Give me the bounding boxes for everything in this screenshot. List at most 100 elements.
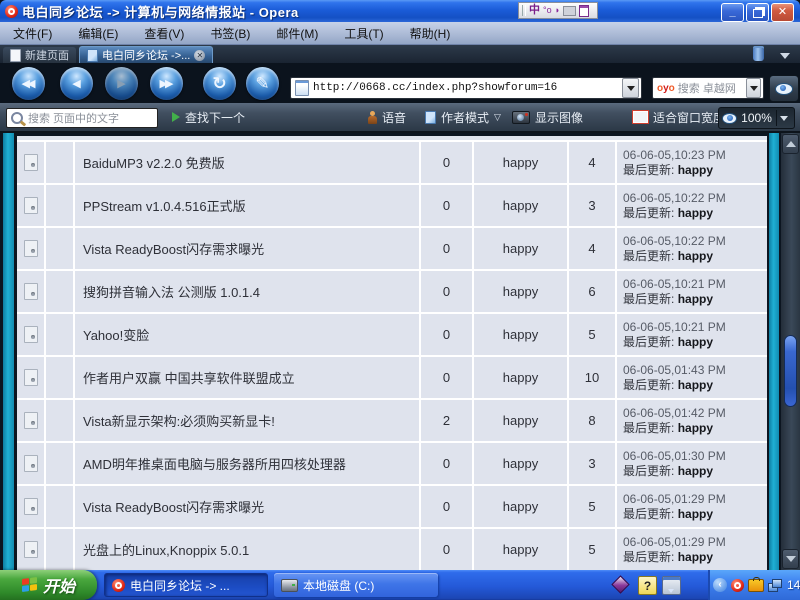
ime-language-bar[interactable]: 中 °o ◗ [518,2,598,19]
menu-view[interactable]: 查看(V) [131,22,197,44]
topic-author-link[interactable]: happy [474,486,569,527]
person-icon [368,111,377,124]
minimize-button[interactable]: _ [721,3,744,22]
topic-author-link[interactable]: happy [474,185,569,226]
last-poster-link[interactable]: happy [678,249,713,263]
ime-menu-icon[interactable] [579,5,589,17]
ime-punctuation-icon[interactable]: °o [543,6,552,15]
last-poster-link[interactable]: happy [678,550,713,564]
tab-forum-active[interactable]: 电白同乡论坛 ->... ✕ [79,46,213,63]
last-poster-link[interactable]: happy [678,163,713,177]
last-poster-link[interactable]: happy [678,206,713,220]
quick-launch-help-icon[interactable]: ? [638,576,657,595]
replies-count: 0 [421,529,474,570]
back-button[interactable]: ◀ [60,67,93,100]
fit-width-button[interactable]: 适合窗口宽度 [633,109,725,126]
scroll-up-button[interactable] [782,134,799,154]
last-poster-link[interactable]: happy [678,507,713,521]
last-poster-link[interactable]: happy [678,464,713,478]
ime-softkeyboard-icon[interactable] [563,6,576,16]
taskbar-task-opera[interactable]: 电白同乡论坛 -> ... [104,573,268,597]
last-update-label: 最后更新: [623,206,674,220]
taskbar-task-local-disk[interactable]: 本地磁盘 (C:) [274,573,438,597]
ime-fullwidth-icon[interactable]: ◗ [555,6,560,15]
forward-button[interactable]: ▶ [105,67,138,100]
replies-count: 0 [421,357,474,398]
ime-chinese-mode-icon[interactable]: 中 [529,5,540,16]
menu-mail[interactable]: 邮件(M) [263,22,331,44]
web-search-field[interactable]: oyo 搜索 卓越网 [652,77,764,99]
last-poster-link[interactable]: happy [678,335,713,349]
start-button[interactable]: 开始 [0,570,97,600]
menu-file[interactable]: 文件(F) [0,22,65,44]
voice-button[interactable]: 语音 [368,109,406,126]
menu-tools[interactable]: 工具(T) [331,22,396,44]
topic-title-link[interactable]: Yahoo!变脸 [75,314,421,355]
topic-title-link[interactable]: PPStream v1.0.4.516正式版 [75,185,421,226]
scroll-down-button[interactable] [782,549,799,569]
reload-button[interactable]: ↻ [203,67,236,100]
author-mode-button[interactable]: 作者模式 ▽ [425,109,501,126]
find-next-button[interactable]: 查找下一个 [172,109,245,126]
last-poster-link[interactable]: happy [678,421,713,435]
find-placeholder[interactable]: 搜索 页面中的文字 [28,110,153,126]
address-bar[interactable]: http://0668.cc/index.php?showforum=16 [290,77,642,99]
quick-launch-app-icon[interactable] [612,576,629,593]
topic-author-link[interactable]: happy [474,228,569,269]
show-images-button[interactable]: 显示图像 [512,109,583,126]
menu-edit[interactable]: 编辑(E) [65,22,131,44]
note-pencil-button[interactable]: ✎ [246,67,279,100]
topic-author-link[interactable]: happy [474,314,569,355]
topic-title-link[interactable]: Vista ReadyBoost闪存需求曝光 [75,228,421,269]
vertical-scrollbar[interactable] [781,133,800,570]
topic-title-link[interactable]: AMD明年推桌面电脑与服务器所用四核处理器 [75,443,421,484]
topic-title-link[interactable]: 搜狗拼音输入法 公测版 1.0.1.4 [75,271,421,312]
restore-button[interactable] [746,3,769,22]
fast-forward-button[interactable]: ▶▶ [150,67,183,100]
topic-author-link[interactable]: happy [474,271,569,312]
window-titlebar[interactable]: 电白同乡论坛 -> 计算机与网络情报站 - Opera [0,0,800,22]
blank-page-icon [10,49,21,62]
tab-list-dropdown-icon[interactable] [780,53,790,59]
search-engine-dropdown-icon[interactable] [746,78,761,98]
topic-title-link[interactable]: BaiduMP3 v2.2.0 免费版 [75,142,421,183]
tab-new-page[interactable]: 新建页面 [3,47,76,63]
zoom-control[interactable]: 100% [718,107,795,129]
scrollbar-thumb[interactable] [784,335,797,407]
topic-author-link[interactable]: happy [474,529,569,570]
ime-drag-handle[interactable] [522,5,526,16]
menu-help[interactable]: 帮助(H) [397,22,464,44]
trash-closed-tabs-icon[interactable] [753,48,764,61]
tray-collapse-chevron-icon[interactable]: ‹ [713,578,727,592]
tray-network-icon[interactable] [768,579,782,591]
table-row: Vista新显示架构:必须购买新显卡! 2 happy 8 06-06-05,0… [17,400,767,443]
replies-count: 0 [421,443,474,484]
menu-bookmarks[interactable]: 书签(B) [197,22,263,44]
web-search-placeholder[interactable]: 搜索 卓越网 [678,80,746,96]
topic-author-link[interactable]: happy [474,357,569,398]
topic-title-link[interactable]: 光盘上的Linux,Knoppix 5.0.1 [75,529,421,570]
tab-close-icon[interactable]: ✕ [194,50,205,61]
topic-author-link[interactable]: happy [474,142,569,183]
topic-author-link[interactable]: happy [474,400,569,441]
address-url[interactable]: http://0668.cc/index.php?showforum=16 [313,82,622,94]
topic-title-link[interactable]: 作者用户双赢 中国共享软件联盟成立 [75,357,421,398]
close-button[interactable]: ✕ [771,3,794,22]
last-poster-link[interactable]: happy [678,292,713,306]
topic-title-link[interactable]: Vista ReadyBoost闪存需求曝光 [75,486,421,527]
play-icon [172,112,180,122]
find-in-page-input[interactable]: 搜索 页面中的文字 [6,108,158,128]
topic-title-link[interactable]: Vista新显示架构:必须购买新显卡! [75,400,421,441]
last-poster-link[interactable]: happy [678,378,713,392]
tray-messenger-icon[interactable] [748,579,764,592]
quick-launch-expand-icon[interactable] [668,589,674,593]
author-mode-dropdown-icon[interactable]: ▽ [494,113,501,122]
tray-opera-icon[interactable] [731,579,744,592]
topic-author-link[interactable]: happy [474,443,569,484]
tab-bar: 新建页面 电白同乡论坛 ->... ✕ [0,45,800,63]
rewind-button[interactable]: ◀◀ [12,67,45,100]
go-button[interactable] [769,75,799,102]
window-title: 电白同乡论坛 -> 计算机与网络情报站 - Opera [22,2,299,21]
zoom-dropdown-icon[interactable] [776,110,791,126]
address-dropdown-icon[interactable] [622,78,639,98]
